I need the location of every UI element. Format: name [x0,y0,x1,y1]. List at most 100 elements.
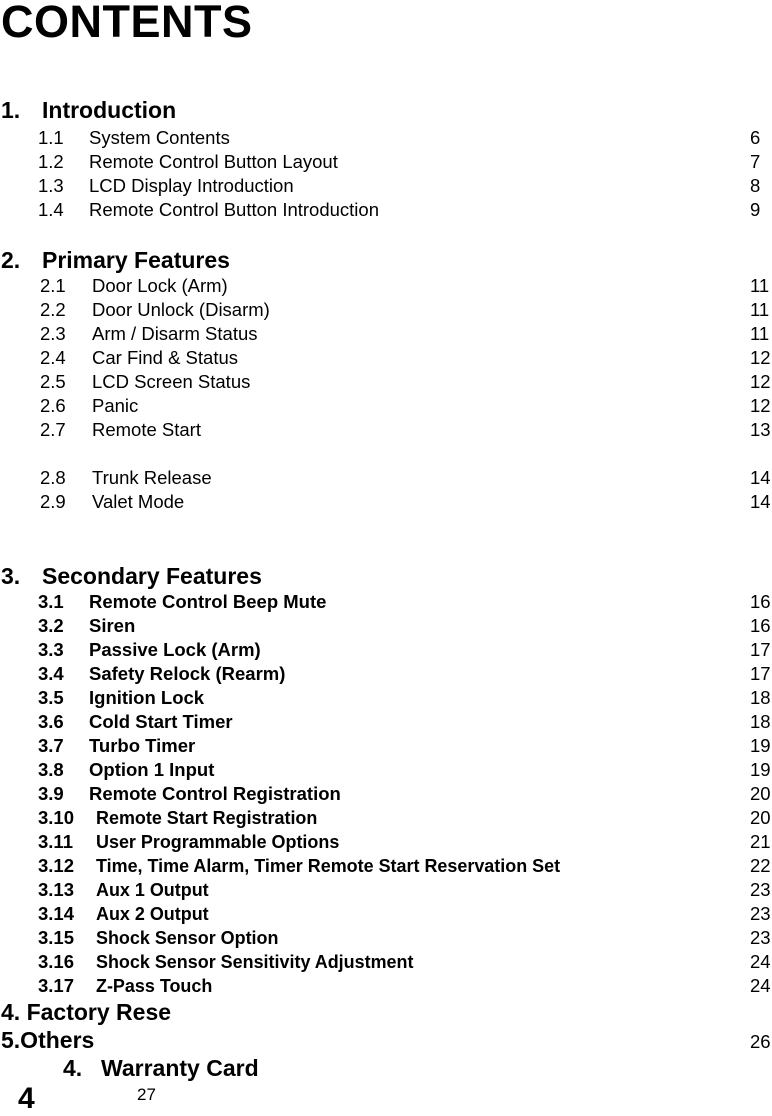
toc-item-number: 3.12 [38,855,75,876]
toc-item-page: 17 [750,663,771,684]
toc-item-number: 2.2 [40,299,66,320]
toc-item-page: 20 [750,807,771,828]
section-1-title: Introduction [42,97,177,123]
toc-item-label: Aux 2 Output [96,903,209,924]
toc-item-number: 2.3 [40,323,66,344]
toc-item-label: Remote Control Beep Mute [89,591,327,612]
toc-item-number: 2.7 [40,419,66,440]
toc-item-number: 3.11 [38,831,73,852]
toc-item-page: 23 [750,903,771,924]
toc-item-number: 3.9 [38,783,64,804]
toc-item-number: 3.6 [38,711,64,732]
toc-item-label: User Programmable Options [96,831,340,852]
toc-item-label: Panic [92,395,139,416]
warranty-heading[interactable]: Warranty Card [101,1055,259,1082]
toc-item-page: 22 [750,855,771,876]
toc-item-label: Shock Sensor Sensitivity Adjustment [96,951,414,972]
toc-item-number: 3.7 [38,735,64,756]
section-1-number: 1. [1,97,21,123]
toc-item-label: Safety Relock (Rearm) [89,663,286,684]
toc-item-page: 23 [750,927,771,948]
toc-item-label: Time, Time Alarm, Timer Remote Start Res… [96,855,561,876]
toc-item-label: LCD Screen Status [92,371,251,392]
toc-item-number: 3.8 [38,759,64,780]
toc-item-number: 1.4 [38,199,64,220]
toc-item-label: Trunk Release [92,467,212,488]
toc-item-number: 3.2 [38,615,64,636]
toc-item-label: Ignition Lock [89,687,205,708]
toc-item-page: 11 [750,299,770,320]
toc-item-page: 8 [750,175,761,196]
toc-item-page: 16 [750,615,771,636]
toc-item-label: Turbo Timer [89,735,196,756]
toc-item-page: 21 [750,831,771,852]
toc-item-page: 12 [750,347,771,368]
toc-item-label: LCD Display Introduction [89,175,294,196]
toc-item-label: Cold Start Timer [89,711,233,732]
section-2-number: 2. [1,247,21,273]
toc-item-number: 1.3 [38,175,64,196]
toc-item-label: Option 1 Input [89,759,215,780]
toc-item-label: Remote Start Registration [96,807,318,828]
page-number: 4 [18,1082,35,1115]
toc-item-page: 18 [750,687,771,708]
toc-item-page: 23 [750,879,771,900]
toc-item-page: 16 [750,591,771,612]
toc-item-number: 2.9 [40,491,66,512]
toc-item-number: 1.1 [38,127,64,148]
toc-item-label: Remote Control Registration [89,783,341,804]
toc-item-label: Valet Mode [92,491,185,512]
toc-item-number: 2.5 [40,371,66,392]
toc-item-page: 17 [750,639,771,660]
toc-item-page: 18 [750,711,771,732]
warranty-number: 4. [63,1055,83,1081]
toc-item-number: 1.2 [38,151,64,172]
toc-item-label: Door Lock (Arm) [92,275,228,296]
toc-item-number: 3.1 [38,591,64,612]
toc-item-page: 13 [750,419,771,440]
toc-item-label: Siren [89,615,136,636]
toc-item-label: Arm / Disarm Status [92,323,258,344]
others-heading[interactable]: 5.Others [1,1027,94,1054]
toc-item-page: 12 [750,395,771,416]
section-3-number: 3. [1,563,21,589]
toc-item-page: 24 [750,951,771,972]
section-3-title: Secondary Features [42,563,262,589]
toc-item-label: Remote Control Button Introduction [89,199,379,220]
toc-item-label: Remote Start [92,419,201,440]
toc-item-label: Shock Sensor Option [96,927,279,948]
factory-reset-heading[interactable]: 4. Factory Rese [1,999,171,1026]
toc-item-label: Door Unlock (Disarm) [92,299,270,320]
toc-item-label: Remote Control Button Layout [89,151,338,172]
toc-item-number: 3.10 [38,807,75,828]
toc-item-number: 3.17 [38,975,75,996]
toc-item-page: 14 [750,467,771,488]
toc-item-number: 3.5 [38,687,64,708]
toc-item-number: 2.1 [40,275,66,296]
toc-item-number: 3.3 [38,639,64,660]
toc-item-page: 24 [750,975,771,996]
toc-item-number: 2.4 [40,347,66,368]
toc-item-page: 19 [750,735,771,756]
others-page: 26 [750,1031,771,1052]
warranty-page: 27 [137,1085,156,1104]
toc-item-page: 7 [750,151,761,172]
toc-item-label: Z-Pass Touch [96,975,213,996]
toc-item-label: Aux 1 Output [96,879,209,900]
section-2-title: Primary Features [42,247,230,273]
toc-item-page: 20 [750,783,771,804]
toc-item-page: 11 [750,275,770,296]
toc-item-label: Passive Lock (Arm) [89,639,261,660]
toc-item-number: 3.15 [38,927,75,948]
toc-item-number: 3.13 [38,879,75,900]
toc-item-number: 3.14 [38,903,75,924]
toc-item-number: 2.8 [40,467,66,488]
toc-item-page: 6 [750,127,761,148]
page-title: CONTENTS [1,0,253,47]
toc-item-label: Car Find & Status [92,347,239,368]
toc-item-page: 11 [750,323,770,344]
toc-item-page: 9 [750,199,761,220]
toc-item-number: 3.4 [38,663,64,684]
toc-item-number: 2.6 [40,395,66,416]
toc-item-page: 14 [750,491,771,512]
